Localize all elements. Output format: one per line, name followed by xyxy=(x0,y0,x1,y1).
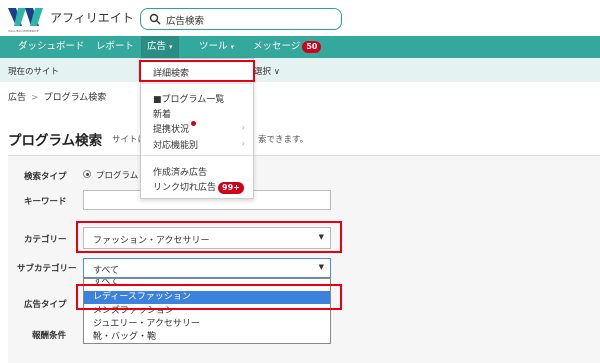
menu-item-new[interactable]: 新着 xyxy=(153,107,171,120)
menu-item-created-ads[interactable]: 作成済み広告 xyxy=(153,165,207,178)
nav-report[interactable]: レポート xyxy=(96,36,134,58)
main-nav: ダッシュボード レポート 広告 ▾ ツール ▾ メッセージ 50 xyxy=(0,36,600,80)
site-select[interactable]: 選択 ∨ xyxy=(254,65,280,77)
menu-item-partnership-status[interactable]: 提携状況 xyxy=(153,122,189,135)
breadcrumb: 広告 > プログラム検索 xyxy=(8,90,106,103)
search-icon xyxy=(149,13,161,25)
nav-tools[interactable]: ツール ▾ xyxy=(199,36,234,58)
search-input[interactable]: 広告検索 xyxy=(140,8,342,30)
broken-link-count-badge: 99+ xyxy=(218,181,244,194)
breadcrumb-current: プログラム検索 xyxy=(43,93,107,103)
search-placeholder: 広告検索 xyxy=(166,16,205,27)
highlight-advanced-search xyxy=(139,60,255,82)
page-description-tail: 索できます。 xyxy=(258,135,309,145)
page-title: プログラム検索 xyxy=(8,133,103,149)
subcategory-label: サブカテゴリー xyxy=(17,264,77,274)
chevron-down-icon: ▼ xyxy=(318,263,324,271)
site-bar: 現在のサイト 選択 ∨ xyxy=(0,58,600,82)
app-header: VALUECOMMERCE アフィリエイト 広告検索 xyxy=(0,0,600,36)
chevron-down-icon: ▾ xyxy=(230,43,235,51)
reward-condition-label: 報酬条件 xyxy=(32,331,67,341)
partial-checkbox-row xyxy=(0,356,600,363)
search-type-option[interactable]: プログラム xyxy=(96,169,138,181)
category-label: カテゴリー xyxy=(24,235,67,245)
menu-item-by-feature[interactable]: 対応機能別 xyxy=(153,138,198,151)
highlight-category xyxy=(76,221,342,253)
ad-type-label: 広告タイプ xyxy=(24,300,67,310)
subcategory-value: すべて xyxy=(93,266,120,276)
menu-item-broken-link-ads[interactable]: リンク切れ広告 99+ xyxy=(153,180,244,194)
search-type-label: 検索タイプ xyxy=(24,172,67,182)
keyword-label: キーワード xyxy=(24,197,67,207)
menu-divider xyxy=(141,155,253,156)
search-type-radio[interactable] xyxy=(83,170,91,178)
chevron-right-icon: › xyxy=(241,123,245,132)
message-count-badge: 50 xyxy=(302,40,322,53)
brand-title: アフィリエイト xyxy=(50,11,134,25)
nav-dashboard[interactable]: ダッシュボード xyxy=(18,36,85,58)
chevron-down-icon: ▾ xyxy=(169,43,173,51)
logo-mark-icon[interactable] xyxy=(8,6,44,28)
option-jewelry-accessories[interactable]: ジュエリー・アクセサリー xyxy=(84,318,330,331)
nav-ads[interactable]: 広告 ▾ xyxy=(141,36,179,58)
chevron-right-icon: › xyxy=(241,139,245,148)
breadcrumb-separator: > xyxy=(31,93,39,103)
current-site-label: 現在のサイト xyxy=(8,67,60,77)
menu-divider xyxy=(141,83,253,84)
breadcrumb-root[interactable]: 広告 xyxy=(8,93,26,103)
subcategory-select[interactable]: すべて ▼ xyxy=(83,258,331,278)
notification-dot xyxy=(191,121,196,126)
nav-messages[interactable]: メッセージ 50 xyxy=(253,36,322,58)
logo-subtext: VALUECOMMERCE xyxy=(8,29,39,33)
highlight-ladies-option xyxy=(76,284,342,310)
menu-item-program-list[interactable]: ■プログラム一覧 xyxy=(153,92,224,105)
option-shoes-bags[interactable]: 靴・バッグ・鞄 xyxy=(84,331,330,343)
